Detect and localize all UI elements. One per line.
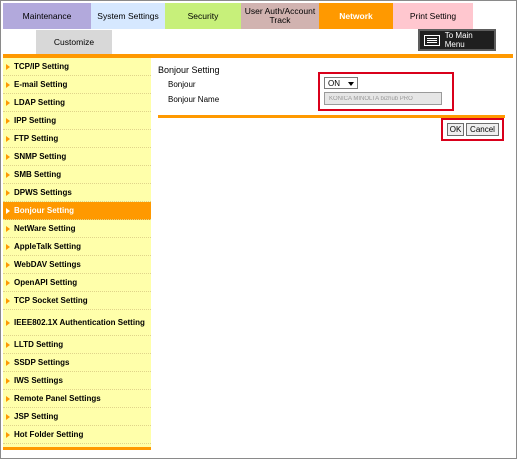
sidebar-item-netware[interactable]: NetWare Setting bbox=[3, 220, 151, 238]
arrow-right-icon bbox=[6, 341, 10, 348]
sidebar-item-ssdp[interactable]: SSDP Settings bbox=[3, 354, 151, 372]
arrow-right-icon bbox=[6, 377, 10, 384]
chevron-down-icon bbox=[348, 82, 354, 86]
arrow-right-icon bbox=[6, 319, 10, 326]
sidebar-item-openapi[interactable]: OpenAPI Setting bbox=[3, 274, 151, 292]
tab-maintenance[interactable]: Maintenance bbox=[3, 3, 91, 29]
arrow-right-icon bbox=[6, 99, 10, 106]
tab-customize[interactable]: Customize bbox=[36, 30, 112, 54]
arrow-right-icon bbox=[6, 153, 10, 160]
menu-list-icon bbox=[424, 34, 440, 46]
cancel-button[interactable]: Cancel bbox=[466, 123, 499, 136]
arrow-right-icon bbox=[6, 261, 10, 268]
arrow-right-icon bbox=[6, 359, 10, 366]
tab-security[interactable]: Security bbox=[165, 3, 241, 29]
bonjour-select-value: ON bbox=[328, 78, 340, 88]
sidebar-item-tcp-socket[interactable]: TCP Socket Setting bbox=[3, 292, 151, 310]
sidebar-item-label: Hot Folder Setting bbox=[14, 430, 84, 439]
arrow-right-icon bbox=[6, 135, 10, 142]
sidebar-item-label: TCP Socket Setting bbox=[14, 296, 88, 305]
tab-user-auth-account-track[interactable]: User Auth/Account Track bbox=[241, 3, 319, 29]
arrow-right-icon bbox=[6, 279, 10, 286]
sidebar-item-label: E-mail Setting bbox=[14, 80, 68, 89]
arrow-right-icon bbox=[6, 297, 10, 304]
sidebar-item-label: IEEE802.1X Authentication Setting bbox=[14, 318, 145, 327]
sidebar-item-ldap[interactable]: LDAP Setting bbox=[3, 94, 151, 112]
sidebar-item-ftp[interactable]: FTP Setting bbox=[3, 130, 151, 148]
sidebar-item-dpws[interactable]: DPWS Settings bbox=[3, 184, 151, 202]
arrow-right-icon bbox=[6, 117, 10, 124]
arrow-right-icon bbox=[6, 243, 10, 250]
page-title: Bonjour Setting bbox=[158, 65, 220, 75]
tab-label: System Settings bbox=[97, 10, 159, 21]
sidebar-item-appletalk[interactable]: AppleTalk Setting bbox=[3, 238, 151, 256]
sidebar-item-remote-panel[interactable]: Remote Panel Settings bbox=[3, 390, 151, 408]
to-main-menu-button[interactable]: To Main Menu bbox=[418, 29, 496, 51]
sidebar-bottom-divider bbox=[3, 447, 151, 450]
sidebar-item-label: WebDAV Settings bbox=[14, 260, 81, 269]
sidebar-item-tcp-ip[interactable]: TCP/IP Setting bbox=[3, 58, 151, 76]
sidebar-item-ipp[interactable]: IPP Setting bbox=[3, 112, 151, 130]
sidebar-item-label: LDAP Setting bbox=[14, 98, 65, 107]
sidebar-item-lltd[interactable]: LLTD Setting bbox=[3, 336, 151, 354]
sidebar-item-label: SSDP Settings bbox=[14, 358, 70, 367]
sidebar-item-label: NetWare Setting bbox=[14, 224, 76, 233]
arrow-right-icon bbox=[6, 81, 10, 88]
tab-print-setting[interactable]: Print Setting bbox=[393, 3, 473, 29]
sidebar-item-label: SMB Setting bbox=[14, 170, 62, 179]
sidebar-item-label: LLTD Setting bbox=[14, 340, 64, 349]
tab-network[interactable]: Network bbox=[319, 3, 393, 29]
sidebar-item-label: IPP Setting bbox=[14, 116, 57, 125]
arrow-right-icon bbox=[6, 171, 10, 178]
arrow-right-icon bbox=[6, 63, 10, 70]
bonjour-name-input[interactable] bbox=[324, 92, 442, 105]
sidebar-item-label: FTP Setting bbox=[14, 134, 59, 143]
sidebar-item-label: JSP Setting bbox=[14, 412, 59, 421]
sidebar-item-email[interactable]: E-mail Setting bbox=[3, 76, 151, 94]
sidebar-item-snmp[interactable]: SNMP Setting bbox=[3, 148, 151, 166]
arrow-right-icon bbox=[6, 189, 10, 196]
sidebar-item-label: TCP/IP Setting bbox=[14, 62, 69, 71]
sidebar: TCP/IP Setting E-mail Setting LDAP Setti… bbox=[3, 58, 151, 450]
sidebar-item-label: Remote Panel Settings bbox=[14, 394, 101, 403]
sidebar-item-hot-folder[interactable]: Hot Folder Setting bbox=[3, 426, 151, 444]
arrow-right-icon bbox=[6, 225, 10, 232]
sidebar-item-bonjour[interactable]: Bonjour Setting bbox=[3, 202, 151, 220]
ok-button[interactable]: OK bbox=[447, 123, 464, 136]
arrow-right-icon bbox=[6, 431, 10, 438]
tab-label: Customize bbox=[53, 36, 95, 47]
bonjour-name-label: Bonjour Name bbox=[168, 95, 220, 104]
sidebar-item-jsp[interactable]: JSP Setting bbox=[3, 408, 151, 426]
sidebar-item-label: SNMP Setting bbox=[14, 152, 67, 161]
tab-label: Security bbox=[187, 10, 219, 21]
bonjour-label: Bonjour bbox=[168, 80, 196, 89]
tab-system-settings[interactable]: System Settings bbox=[91, 3, 165, 29]
tab-label: Print Setting bbox=[409, 10, 457, 21]
sidebar-item-label: AppleTalk Setting bbox=[14, 242, 81, 251]
tab-label: Maintenance bbox=[22, 10, 72, 21]
to-main-menu-label: To Main Menu bbox=[444, 31, 473, 49]
tab-label: Network bbox=[339, 10, 373, 21]
bonjour-select[interactable]: ON bbox=[324, 77, 358, 89]
arrow-right-icon bbox=[6, 207, 10, 214]
arrow-right-icon bbox=[6, 395, 10, 402]
tab-label: User Auth/Account Track bbox=[244, 6, 316, 25]
sidebar-item-webdav[interactable]: WebDAV Settings bbox=[3, 256, 151, 274]
sidebar-item-label: OpenAPI Setting bbox=[14, 278, 78, 287]
sidebar-item-label: Bonjour Setting bbox=[14, 206, 74, 215]
sidebar-item-iws[interactable]: IWS Settings bbox=[3, 372, 151, 390]
sidebar-item-label: IWS Settings bbox=[14, 376, 63, 385]
sidebar-item-ieee8021x[interactable]: IEEE802.1X Authentication Setting bbox=[3, 310, 151, 336]
sidebar-item-label: DPWS Settings bbox=[14, 188, 72, 197]
arrow-right-icon bbox=[6, 413, 10, 420]
sidebar-item-smb[interactable]: SMB Setting bbox=[3, 166, 151, 184]
